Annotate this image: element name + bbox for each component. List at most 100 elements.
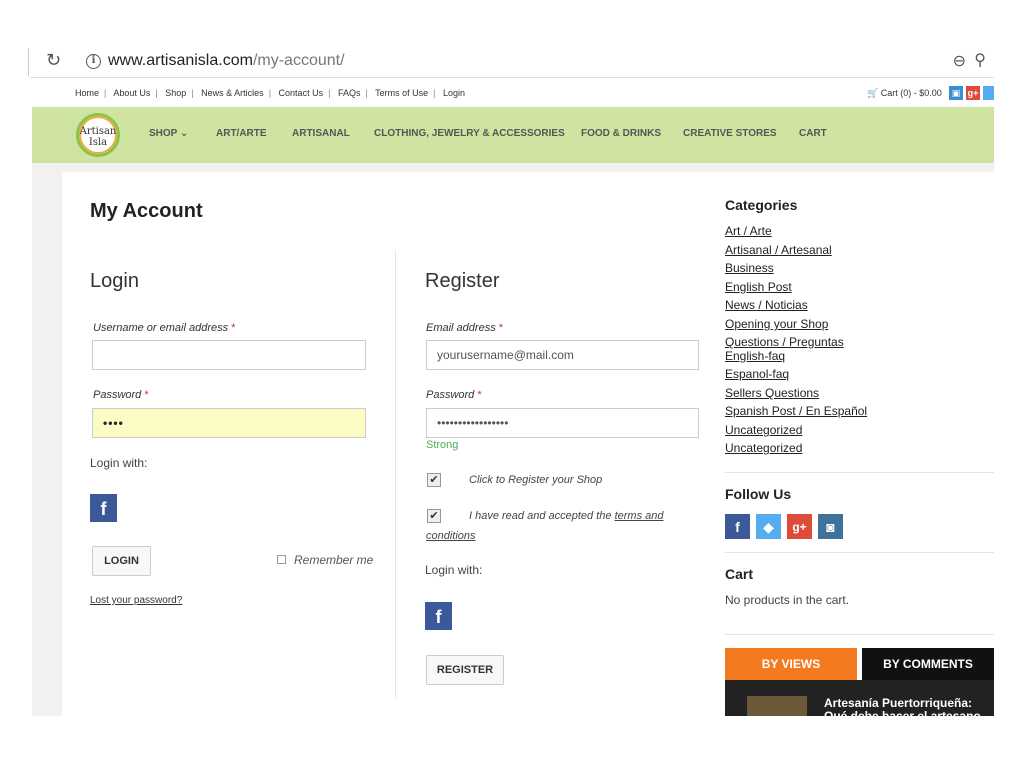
required-mark: * [498, 322, 504, 334]
separator: | [104, 88, 107, 98]
remember-checkbox[interactable] [277, 555, 286, 564]
top-cart-label: Cart (0) - $0.00 [880, 88, 942, 98]
nav-food[interactable]: FOOD & DRINKS [581, 128, 661, 139]
separator: | [433, 88, 436, 98]
password-strength: Strong [426, 439, 459, 451]
zoom-icon[interactable]: ⊖ [953, 51, 966, 70]
category-link[interactable]: English Post [725, 280, 792, 294]
categories-title: Categories [725, 197, 798, 213]
terms-label-line2: conditions [426, 530, 476, 542]
top-link-terms[interactable]: Terms of Use [375, 88, 428, 98]
terms-link[interactable]: terms and [615, 510, 664, 522]
required-mark: * [477, 389, 482, 401]
register-login-with-label: Login with: [425, 563, 483, 577]
top-link-shop[interactable]: Shop [165, 88, 186, 98]
tab-by-views[interactable]: BY VIEWS [725, 648, 857, 680]
email-label: Email address * [426, 322, 503, 334]
lost-password-link[interactable]: Lost your password? [90, 595, 182, 606]
remember-me[interactable]: Remember me [277, 553, 373, 567]
twitter-follow-icon[interactable]: ◆ [756, 514, 781, 539]
google-plus-follow-icon[interactable]: g+ [787, 514, 812, 539]
top-link-home[interactable]: Home [75, 88, 99, 98]
top-link-news[interactable]: News & Articles [201, 88, 264, 98]
separator: | [365, 88, 368, 98]
separator: | [328, 88, 331, 98]
page-title: My Account [90, 200, 203, 222]
top-cart-link[interactable]: 🛒 Cart (0) - $0.00 [867, 88, 942, 99]
logo-line2: Isla [88, 137, 108, 148]
url-host: www.artisanisla.com [108, 52, 253, 69]
nav-artisanal[interactable]: ARTISANAL [292, 128, 350, 139]
username-label: Username or email address * [93, 322, 235, 334]
separator: | [191, 88, 194, 98]
tab-by-comments[interactable]: BY COMMENTS [862, 648, 994, 680]
category-link[interactable]: English-faq [725, 349, 785, 363]
cart-icon: 🛒 [867, 88, 879, 98]
nav-shop[interactable]: SHOP ⌄ [149, 128, 188, 139]
username-field[interactable] [92, 340, 366, 370]
browser-address-bar: ↻ i www.artisanisla.com/my-account/ ⊖ ⚲ [30, 46, 994, 78]
reload-icon[interactable]: ↻ [46, 50, 61, 71]
register-heading: Register [425, 270, 500, 292]
facebook-login-icon[interactable]: f [90, 494, 117, 522]
email-label-text: Email address [426, 322, 496, 334]
category-link[interactable]: News / Noticias [725, 298, 808, 312]
url-field[interactable]: www.artisanisla.com/my-account/ [108, 52, 345, 70]
extension-icon[interactable]: ⚲ [974, 50, 986, 69]
nav-art[interactable]: ART/ARTE [216, 128, 267, 139]
conditions-link[interactable]: conditions [426, 530, 476, 542]
instagram-follow-icon[interactable]: ◙ [818, 514, 843, 539]
instagram-top-icon[interactable]: ▣ [949, 86, 963, 100]
register-password-field[interactable]: ••••••••••••••••• [426, 408, 699, 438]
password-field[interactable]: •••• [92, 408, 366, 438]
post-title[interactable]: Artesanía Puertorriqueña: Qué debe hacer… [824, 697, 984, 717]
nav-clothing[interactable]: CLOTHING, JEWELRY & ACCESSORIES [374, 128, 565, 139]
category-link[interactable]: Spanish Post / En Español [725, 404, 867, 418]
top-link-login[interactable]: Login [443, 88, 465, 98]
required-mark: * [231, 322, 236, 334]
site-logo[interactable]: Artisan Isla [76, 113, 120, 157]
category-link[interactable]: Opening your Shop [725, 317, 828, 331]
login-button[interactable]: LOGIN [92, 546, 151, 576]
register-button[interactable]: REGISTER [426, 655, 504, 685]
category-link[interactable]: Art / Arte [725, 224, 772, 238]
nav-cart[interactable]: CART [799, 128, 827, 139]
nav-creative-stores[interactable]: CREATIVE STORES [683, 128, 777, 139]
post-thumbnail [747, 696, 807, 716]
follow-title: Follow Us [725, 486, 792, 502]
category-link[interactable]: Questions / Preguntas [725, 335, 844, 349]
column-divider [395, 250, 396, 698]
category-link[interactable]: Espanol-faq [725, 367, 789, 381]
password-label-text: Password [93, 389, 142, 401]
twitter-top-icon[interactable] [983, 86, 994, 100]
category-link[interactable]: Sellers Questions [725, 386, 819, 400]
site-header: Artisan Isla SHOP ⌄ ART/ARTE ARTISANAL C… [32, 107, 994, 163]
facebook-register-icon[interactable]: f [425, 602, 452, 630]
sidebar-divider [725, 634, 994, 635]
top-link-faqs[interactable]: FAQs [338, 88, 361, 98]
terms-checkbox[interactable]: ✔ [427, 509, 441, 523]
password-label: Password * [93, 389, 149, 401]
top-link-contact[interactable]: Contact Us [279, 88, 324, 98]
register-password-label: Password * [426, 389, 482, 401]
required-mark: * [144, 389, 149, 401]
sidebar-divider [725, 472, 994, 473]
category-link[interactable]: Uncategorized [725, 423, 802, 437]
url-path: /my-account/ [252, 52, 345, 69]
email-field[interactable]: yourusername@mail.com [426, 340, 699, 370]
terms-prefix: I have read and accepted the [469, 510, 612, 522]
top-utility-bar: Home | About Us | Shop | News & Articles | C… [62, 82, 994, 106]
login-with-label: Login with: [90, 456, 148, 470]
register-shop-checkbox[interactable]: ✔ [427, 473, 441, 487]
register-shop-label: Click to Register your Shop [469, 474, 603, 486]
separator: | [155, 88, 158, 98]
google-plus-top-icon[interactable]: g+ [966, 86, 980, 100]
username-label-text: Username or email address [93, 322, 229, 334]
info-icon[interactable]: i [86, 54, 101, 69]
facebook-follow-icon[interactable]: f [725, 514, 750, 539]
popular-post[interactable]: Artesanía Puertorriqueña: Qué debe hacer… [725, 680, 994, 716]
top-link-about[interactable]: About Us [113, 88, 150, 98]
category-link[interactable]: Uncategorized [725, 441, 802, 455]
category-link[interactable]: Business [725, 261, 774, 275]
category-link[interactable]: Artisanal / Artesanal [725, 243, 832, 257]
